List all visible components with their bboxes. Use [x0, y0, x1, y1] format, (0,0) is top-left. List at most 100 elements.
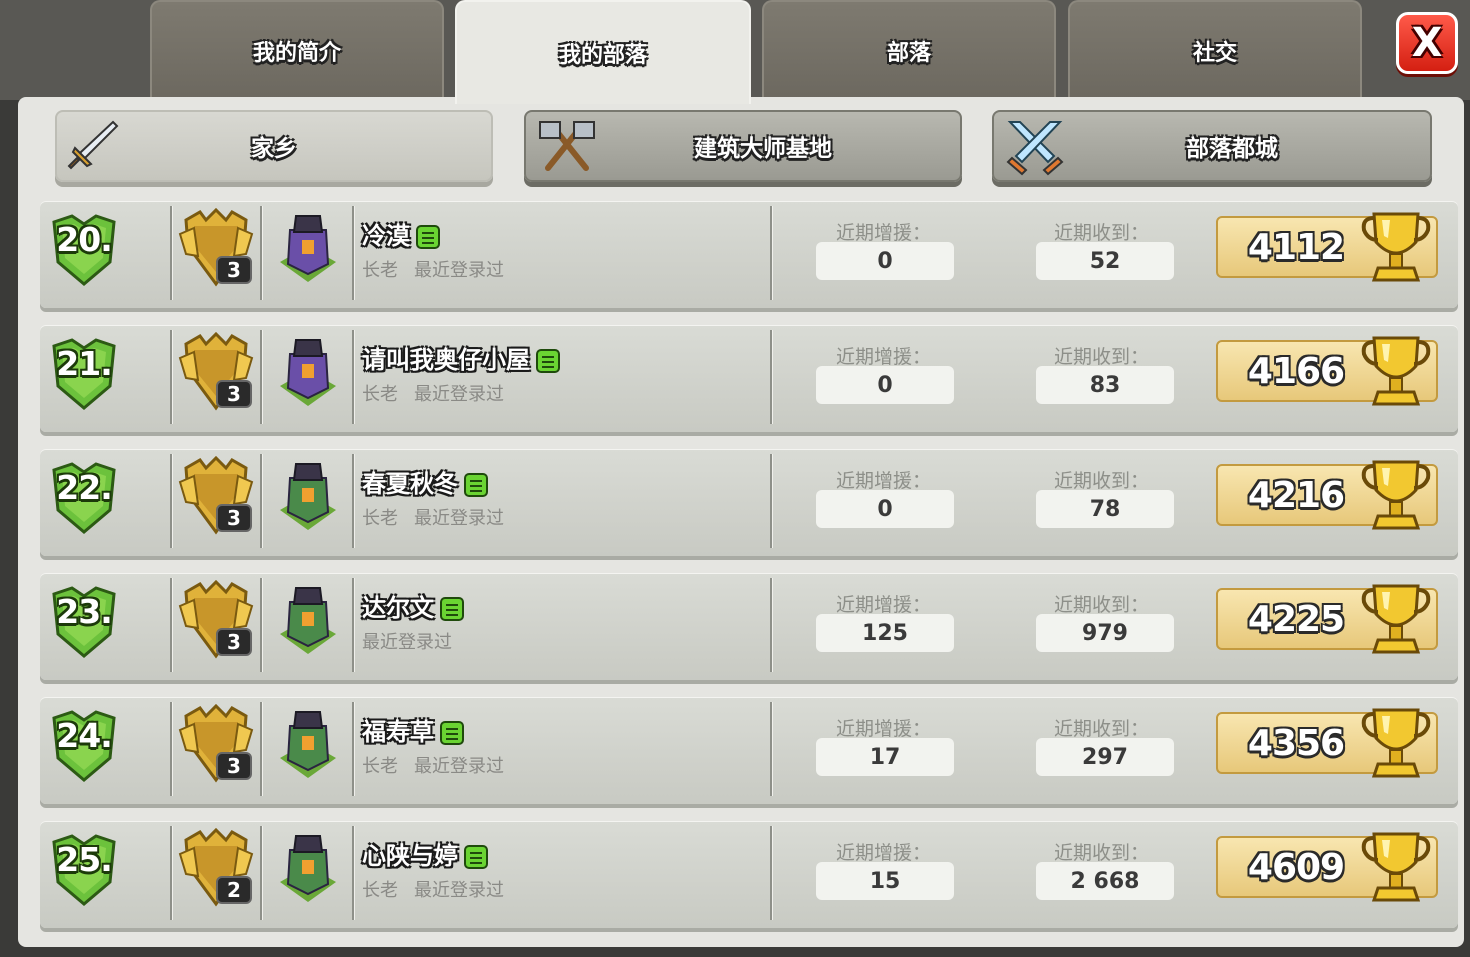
login-status: 最近登录过: [414, 880, 504, 901]
subtab-builder-base-label: 建筑大师基地: [694, 136, 832, 162]
member-subline: 长老 最近登录过: [362, 876, 504, 902]
chat-icon[interactable]: [464, 473, 488, 497]
donated-value: 0: [816, 366, 954, 404]
member-row[interactable]: 22. 3 春夏秋冬 长老 最近登录过 近期增援： 0 近期收到： 78 4216: [40, 450, 1458, 556]
rank-number: 23.: [56, 592, 112, 631]
divider: [170, 206, 173, 300]
divider: [260, 826, 263, 920]
member-name[interactable]: 春夏秋冬: [362, 464, 488, 499]
member-role: 长老: [362, 260, 398, 281]
town-hall-icon: [280, 463, 336, 530]
received-label: 近期收到：: [1054, 842, 1150, 864]
town-hall-icon: [280, 835, 336, 902]
member-name[interactable]: 请叫我奥仔小屋: [362, 340, 560, 375]
chat-icon[interactable]: [536, 349, 560, 373]
divider: [770, 454, 773, 548]
divider: [352, 826, 355, 920]
close-button[interactable]: X: [1396, 12, 1458, 74]
received-label: 近期收到：: [1054, 222, 1150, 244]
divider: [170, 578, 173, 672]
received-value: 78: [1036, 490, 1174, 528]
divider: [770, 702, 773, 796]
trophy-icon: [1361, 708, 1431, 778]
divider: [260, 702, 263, 796]
donated-value: 15: [816, 862, 954, 900]
donated-value: 17: [816, 738, 954, 776]
trophy-icon: [1361, 832, 1431, 902]
divider: [352, 330, 355, 424]
rank-number: 20.: [56, 220, 112, 259]
received-value: 297: [1036, 738, 1174, 776]
chat-icon[interactable]: [416, 225, 440, 249]
rank-number: 24.: [56, 716, 112, 755]
member-row[interactable]: 25. 2 心陕与婷 长老 最近登录过 近期增援： 15 近期收到： 2 668 …: [40, 822, 1458, 928]
tab-my-profile[interactable]: 我的简介: [150, 0, 444, 100]
donated-label: 近期增援：: [836, 470, 932, 492]
login-status: 最近登录过: [414, 508, 504, 529]
member-name[interactable]: 达尔文: [362, 588, 464, 623]
divider: [170, 454, 173, 548]
league-level-badge: 2: [216, 876, 252, 904]
member-role: 长老: [362, 384, 398, 405]
received-value: 2 668: [1036, 862, 1174, 900]
divider: [770, 578, 773, 672]
member-role: 长老: [362, 880, 398, 901]
member-name[interactable]: 福寿草: [362, 712, 464, 747]
divider: [260, 454, 263, 548]
trophy-icon: [1361, 460, 1431, 530]
divider: [260, 206, 263, 300]
divider: [260, 330, 263, 424]
divider: [170, 330, 173, 424]
subtab-home-village[interactable]: 家乡: [55, 110, 493, 182]
member-subline: 长老 最近登录过: [362, 504, 504, 530]
divider: [770, 206, 773, 300]
member-role: 长老: [362, 756, 398, 777]
member-subline: 最近登录过: [362, 628, 452, 654]
divider: [170, 826, 173, 920]
crossed-axes-icon: [539, 121, 595, 171]
received-label: 近期收到：: [1054, 594, 1150, 616]
trophy-icon: [1361, 584, 1431, 654]
town-hall-icon: [280, 215, 336, 282]
tab-my-clan[interactable]: 我的部落: [455, 0, 751, 104]
trophy-count: 4609: [1247, 846, 1345, 888]
league-level-badge: 3: [216, 504, 252, 532]
member-row[interactable]: 24. 3 福寿草 长老 最近登录过 近期增援： 17 近期收到： 297 435…: [40, 698, 1458, 804]
member-role: 长老: [362, 508, 398, 529]
chat-icon[interactable]: [440, 597, 464, 621]
tab-clans[interactable]: 部落: [762, 0, 1056, 100]
member-name[interactable]: 冷漠: [362, 216, 440, 251]
login-status: 最近登录过: [414, 756, 504, 777]
divider: [260, 578, 263, 672]
donated-label: 近期增援：: [836, 718, 932, 740]
rank-number: 21.: [56, 344, 112, 383]
subtab-builder-base[interactable]: 建筑大师基地: [524, 110, 962, 182]
sword-icon: [67, 120, 119, 170]
member-row[interactable]: 20. 3 冷漠 长老 最近登录过 近期增援： 0 近期收到： 52 4112: [40, 202, 1458, 308]
received-label: 近期收到：: [1054, 718, 1150, 740]
login-status: 最近登录过: [414, 260, 504, 281]
town-hall-icon: [280, 711, 336, 778]
town-hall-icon: [280, 587, 336, 654]
league-level-badge: 3: [216, 380, 252, 408]
league-level-badge: 3: [216, 752, 252, 780]
league-level-badge: 3: [216, 628, 252, 656]
crossed-swords-icon: [1006, 121, 1064, 176]
trophy-count: 4356: [1247, 722, 1345, 764]
chat-icon[interactable]: [440, 721, 464, 745]
subtab-clan-capital[interactable]: 部落都城: [992, 110, 1432, 182]
member-row[interactable]: 21. 3 请叫我奥仔小屋 长老 最近登录过 近期增援： 0 近期收到： 83 4…: [40, 326, 1458, 432]
member-row[interactable]: 23. 3 达尔文 最近登录过 近期增援： 125 近期收到： 979 4225: [40, 574, 1458, 680]
rank-number: 25.: [56, 840, 112, 879]
member-subline: 长老 最近登录过: [362, 380, 504, 406]
divider: [352, 578, 355, 672]
member-name[interactable]: 心陕与婷: [362, 836, 488, 871]
tab-social[interactable]: 社交: [1068, 0, 1362, 100]
received-value: 52: [1036, 242, 1174, 280]
divider: [352, 454, 355, 548]
chat-icon[interactable]: [464, 845, 488, 869]
trophy-count: 4216: [1247, 474, 1345, 516]
town-hall-icon: [280, 339, 336, 406]
subtab-clan-capital-label: 部落都城: [1186, 136, 1278, 162]
received-value: 83: [1036, 366, 1174, 404]
